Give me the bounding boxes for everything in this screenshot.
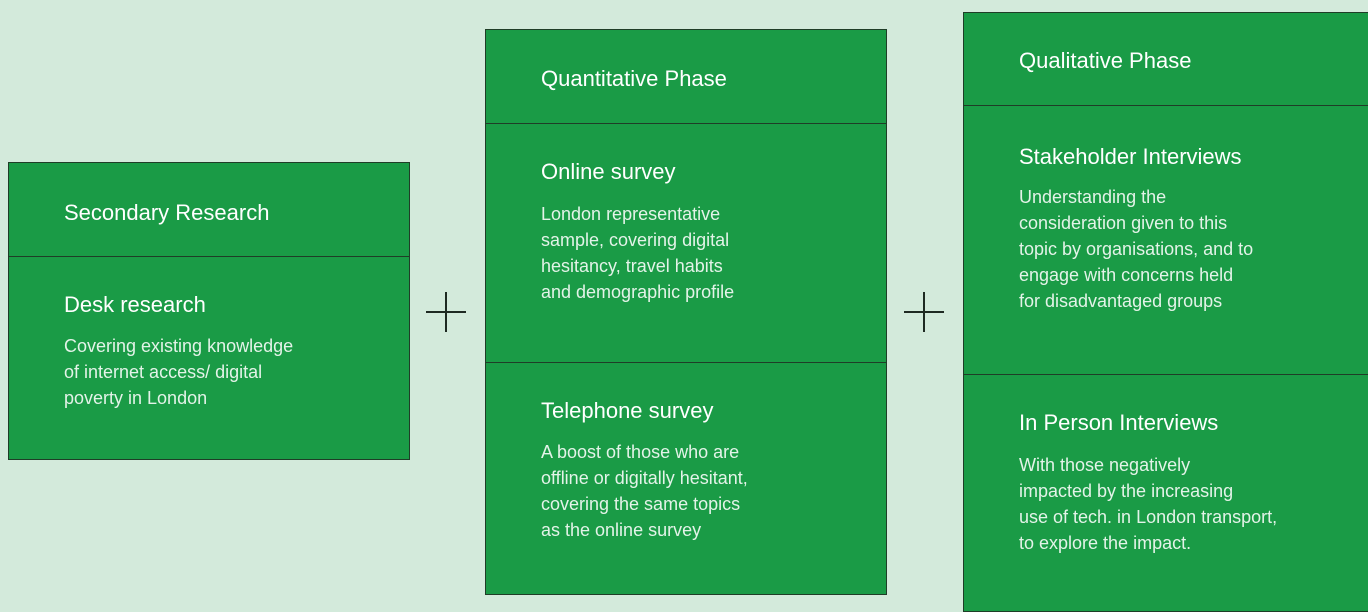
quantitative-section-divider bbox=[486, 362, 886, 363]
qualitative-phase-panel: Qualitative Phase Stakeholder Interviews… bbox=[963, 12, 1368, 612]
qualitative-phase-header: Qualitative Phase bbox=[1019, 48, 1192, 73]
plus-icon bbox=[904, 292, 944, 332]
secondary-research-panel: Secondary Research Desk research Coverin… bbox=[8, 162, 410, 460]
telephone-survey-description: A boost of those who are offline or digi… bbox=[541, 442, 748, 540]
desk-research-description: Covering existing knowledge of internet … bbox=[64, 336, 294, 408]
stakeholder-interviews-description: Understanding the consideration given to… bbox=[1019, 187, 1254, 311]
secondary-research-header: Secondary Research bbox=[64, 200, 270, 225]
qualitative-header-divider bbox=[964, 105, 1368, 106]
in-person-interviews-description: With those negatively impacted by the in… bbox=[1019, 455, 1278, 553]
online-survey-description: London representative sample, covering d… bbox=[541, 204, 735, 302]
quantitative-phase-panel: Quantitative Phase Online survey London … bbox=[485, 29, 887, 595]
desk-research-title: Desk research bbox=[64, 292, 206, 317]
in-person-interviews-title: In Person Interviews bbox=[1019, 410, 1219, 435]
online-survey-title: Online survey bbox=[541, 159, 676, 184]
telephone-survey-title: Telephone survey bbox=[541, 398, 714, 423]
stakeholder-interviews-title: Stakeholder Interviews bbox=[1019, 144, 1242, 169]
quantitative-phase-header: Quantitative Phase bbox=[541, 66, 727, 91]
quantitative-header-divider bbox=[486, 123, 886, 124]
qualitative-section-divider bbox=[964, 374, 1368, 375]
plus-icon bbox=[426, 292, 466, 332]
secondary-research-divider bbox=[9, 256, 409, 257]
